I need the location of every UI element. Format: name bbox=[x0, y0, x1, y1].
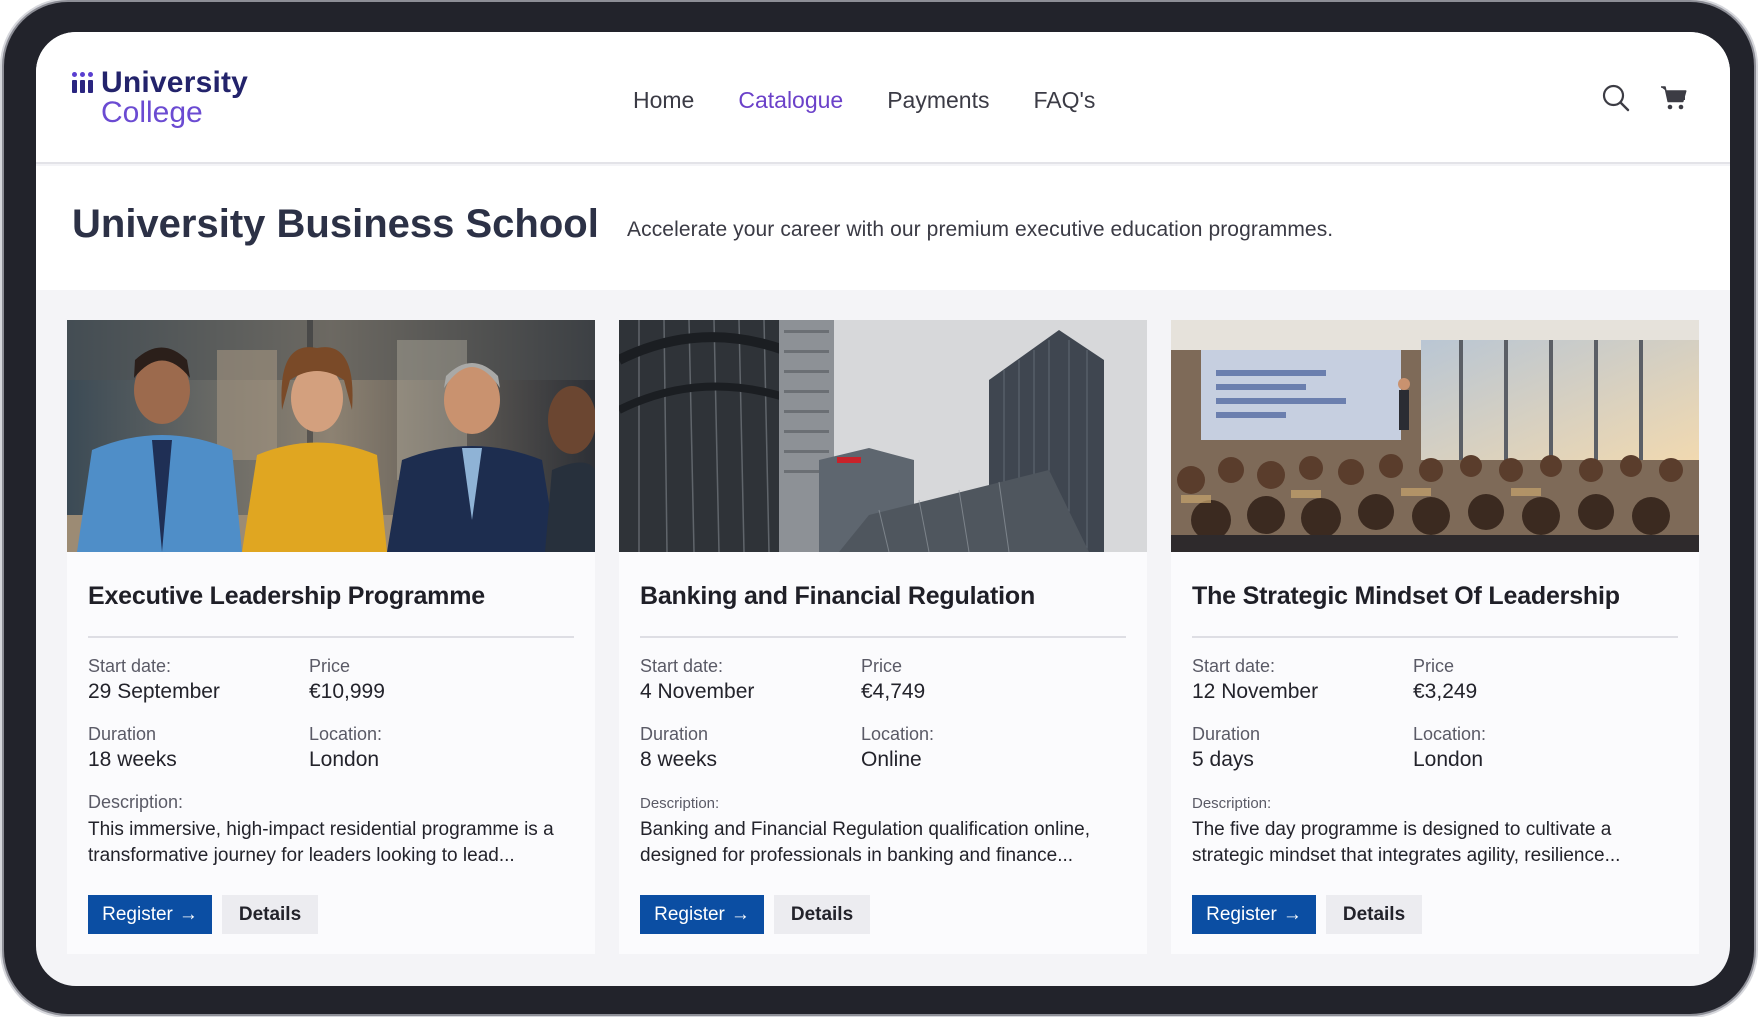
start-date-label: Start date: bbox=[640, 656, 724, 676]
programme-card: Banking and Financial Regulation Start d… bbox=[619, 320, 1147, 954]
start-date-field: Start date: 12 November bbox=[1192, 656, 1318, 704]
start-date-value: 4 November bbox=[640, 680, 755, 703]
start-date-value: 12 November bbox=[1192, 680, 1319, 703]
card-divider bbox=[1192, 636, 1678, 638]
duration-label: Duration bbox=[1192, 724, 1261, 744]
nav-faqs[interactable]: FAQ's bbox=[1033, 80, 1095, 120]
details-button[interactable]: Details bbox=[774, 895, 870, 934]
location-field: Location: Online bbox=[861, 724, 934, 772]
price-value: €3,249 bbox=[1413, 680, 1478, 703]
register-button[interactable]: Register → bbox=[88, 895, 212, 934]
device-frame: University College Home Catalogue Paymen… bbox=[0, 0, 1759, 1017]
details-button[interactable]: Details bbox=[1326, 895, 1422, 934]
description-label: Description: bbox=[640, 795, 720, 812]
arrow-right-icon: → bbox=[730, 903, 750, 925]
cart-icon[interactable] bbox=[1658, 82, 1690, 114]
price-field: Price €4,749 bbox=[861, 656, 925, 704]
description-text: The five day programme is designed to cu… bbox=[1192, 819, 1621, 866]
start-date-label: Start date: bbox=[88, 656, 172, 676]
start-date-value: 29 September bbox=[88, 680, 220, 703]
logo-mark-icon bbox=[72, 72, 98, 96]
details-button[interactable]: Details bbox=[222, 895, 318, 934]
hero-banner: University Business School Accelerate yo… bbox=[36, 166, 1730, 290]
register-button[interactable]: Register → bbox=[1192, 895, 1316, 934]
duration-value: 8 weeks bbox=[640, 748, 718, 771]
location-label: Location: bbox=[309, 724, 383, 744]
programme-list: Executive Leadership Programme Start dat… bbox=[67, 320, 1701, 954]
main-nav: Home Catalogue Payments FAQ's bbox=[633, 80, 1139, 120]
logo-text-university: University bbox=[101, 66, 249, 99]
nav-payments[interactable]: Payments bbox=[887, 80, 989, 120]
price-value: €4,749 bbox=[861, 680, 926, 703]
location-field: Location: London bbox=[1413, 724, 1486, 772]
programme-card: Executive Leadership Programme Start dat… bbox=[67, 320, 595, 954]
price-label: Price bbox=[309, 656, 351, 676]
location-label: Location: bbox=[861, 724, 935, 744]
location-label: Location: bbox=[1413, 724, 1487, 744]
duration-label: Duration bbox=[640, 724, 709, 744]
nav-home[interactable]: Home bbox=[633, 80, 694, 120]
start-date-field: Start date: 29 September bbox=[88, 656, 220, 704]
duration-field: Duration 18 weeks bbox=[88, 724, 177, 772]
location-value: London bbox=[309, 748, 380, 771]
register-label: Register bbox=[102, 903, 173, 925]
price-field: Price €3,249 bbox=[1413, 656, 1477, 704]
duration-field: Duration 8 weeks bbox=[640, 724, 717, 772]
page-title: University Business School bbox=[72, 202, 599, 246]
business-meeting-photo bbox=[67, 320, 595, 552]
price-label: Price bbox=[861, 656, 903, 676]
arrow-right-icon: → bbox=[178, 903, 198, 925]
register-button[interactable]: Register → bbox=[640, 895, 764, 934]
search-icon[interactable] bbox=[1600, 82, 1632, 114]
logo[interactable]: University College bbox=[72, 66, 272, 136]
duration-label: Duration bbox=[88, 724, 157, 744]
location-field: Location: London bbox=[309, 724, 382, 772]
device-bezel: University College Home Catalogue Paymen… bbox=[4, 2, 1754, 1014]
start-date-field: Start date: 4 November bbox=[640, 656, 754, 704]
card-title[interactable]: Executive Leadership Programme bbox=[88, 582, 485, 611]
description-label: Description: bbox=[1192, 795, 1272, 812]
programme-card: The Strategic Mindset Of Leadership Star… bbox=[1171, 320, 1699, 954]
conference-audience-photo bbox=[1171, 320, 1699, 552]
card-title[interactable]: Banking and Financial Regulation bbox=[640, 582, 1035, 611]
financial-district-skyscrapers-photo bbox=[619, 320, 1147, 552]
duration-field: Duration 5 days bbox=[1192, 724, 1260, 772]
card-title[interactable]: The Strategic Mindset Of Leadership bbox=[1192, 582, 1620, 611]
header-actions bbox=[1600, 82, 1690, 114]
start-date-label: Start date: bbox=[1192, 656, 1276, 676]
register-label: Register bbox=[654, 903, 725, 925]
price-value: €10,999 bbox=[309, 680, 385, 703]
location-value: London bbox=[1413, 748, 1484, 771]
description-text: This immersive, high-impact residential … bbox=[88, 819, 554, 866]
nav-catalogue[interactable]: Catalogue bbox=[738, 80, 843, 120]
price-label: Price bbox=[1413, 656, 1455, 676]
arrow-right-icon: → bbox=[1282, 903, 1302, 925]
duration-value: 18 weeks bbox=[88, 748, 177, 771]
register-label: Register bbox=[1206, 903, 1277, 925]
price-field: Price €10,999 bbox=[309, 656, 385, 704]
logo-text-college: College bbox=[101, 96, 203, 129]
duration-value: 5 days bbox=[1192, 748, 1254, 771]
card-divider bbox=[640, 636, 1126, 638]
page-subtitle: Accelerate your career with our premium … bbox=[627, 218, 1334, 241]
site-header: University College Home Catalogue Paymen… bbox=[36, 32, 1730, 164]
description-text: Banking and Financial Regulation qualifi… bbox=[640, 819, 1090, 866]
description-label: Description: bbox=[88, 792, 184, 812]
location-value: Online bbox=[861, 748, 922, 771]
card-divider bbox=[88, 636, 574, 638]
screen: University College Home Catalogue Paymen… bbox=[36, 32, 1730, 986]
